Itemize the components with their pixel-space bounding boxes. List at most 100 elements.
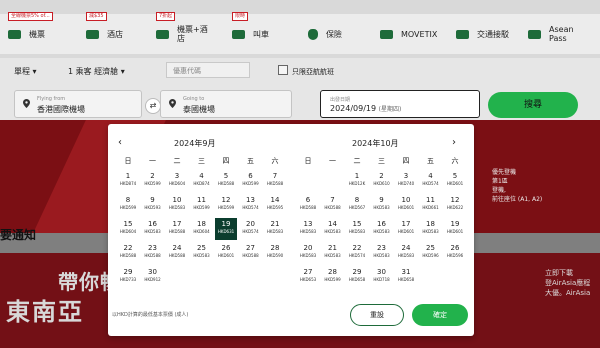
calendar-day[interactable]: 7 HKD588 [322, 194, 344, 216]
tab-asean-pass[interactable]: Asean Pass [528, 14, 574, 54]
day-number: 10 [401, 196, 411, 204]
calendar-day[interactable]: 17 HKD601 [395, 218, 417, 240]
calendar-day[interactable]: 15 HKD604 [117, 218, 139, 240]
search-button[interactable]: 搜尋 [488, 92, 578, 118]
calendar-day[interactable]: 3 HKD604 [166, 170, 188, 192]
tab-ride[interactable]: 限時 叫車 [232, 12, 269, 54]
calendar-day[interactable]: 11 HKD599 [191, 194, 213, 216]
day-number: 30 [148, 268, 157, 276]
tab-movetix[interactable]: MOVETIX [380, 14, 437, 54]
calendar-day[interactable]: 21 HKD583 [322, 242, 344, 264]
calendar-day[interactable]: 14 HKD595 [264, 194, 286, 216]
calendar-day[interactable]: 23 HKD588 [142, 242, 164, 264]
calendar-day[interactable]: 9 HKD583 [371, 194, 393, 216]
calendar-day[interactable]: 26 HKD601 [215, 242, 237, 264]
day-fare: HKD718 [373, 277, 390, 282]
next-month-icon[interactable]: › [452, 137, 456, 148]
calendar-day[interactable]: 2 HKD610 [371, 170, 393, 192]
calendar-day[interactable]: 4 HKD574 [420, 170, 442, 192]
calendar-day[interactable]: 8 HKD599 [117, 194, 139, 216]
calendar-day[interactable]: 6 HKD599 [240, 170, 262, 192]
day-fare: HKD574 [348, 253, 366, 258]
calendar-day[interactable]: 29 HKD658 [346, 266, 368, 288]
calendar-day[interactable]: 23 HKD583 [371, 242, 393, 264]
calendar-day[interactable]: 28 HKD599 [322, 266, 344, 288]
tab-badge: 7折起 [156, 12, 176, 21]
tab-hotels[interactable]: 減$35 酒店 [86, 12, 123, 54]
important-notice-heading: 要通知 [0, 228, 37, 242]
calendar-day[interactable]: 2 HKD599 [142, 170, 164, 192]
calendar-day[interactable]: 22 HKD574 [346, 242, 368, 264]
calendar-day[interactable]: 15 HKD583 [346, 218, 368, 240]
airasia-only-checkbox[interactable] [278, 65, 288, 75]
calendar-day[interactable]: 14 HKD583 [322, 218, 344, 240]
calendar-day[interactable]: 5 HKD601 [444, 170, 466, 192]
day-number: 3 [403, 172, 409, 180]
calendar-day[interactable]: 11 HKD661 [420, 194, 442, 216]
day-number: 21 [328, 244, 337, 252]
day-fare: HKD583 [193, 253, 210, 258]
calendar-day[interactable]: 27 HKD588 [240, 242, 262, 264]
day-fare: HKD610 [373, 181, 390, 186]
confirm-button[interactable]: 確定 [412, 304, 468, 326]
calendar-day[interactable]: 25 HKD583 [191, 242, 213, 264]
passenger-select[interactable]: 1 乘客 經濟艙 ▾ [68, 66, 125, 77]
promo-code-input[interactable]: 優惠代碼 [166, 62, 250, 78]
day-number: 20 [246, 220, 255, 228]
calendar-day[interactable]: 26 HKD596 [444, 242, 466, 264]
calendar-day[interactable]: 25 HKD596 [420, 242, 442, 264]
calendar-day[interactable]: 19 HKD631 [215, 218, 237, 240]
calendar-day[interactable]: 3 HKD740 [395, 170, 417, 192]
calendar-day[interactable]: 7 HKD588 [264, 170, 286, 192]
calendar-day[interactable]: 24 HKD588 [166, 242, 188, 264]
fare-footnote: 以HKD計算的最低基本票價 (成人) [112, 312, 189, 318]
day-number: 11 [426, 196, 435, 204]
calendar-day[interactable]: 28 HKD590 [264, 242, 286, 264]
calendar-day[interactable]: 8 HKD567 [346, 194, 368, 216]
calendar-day[interactable]: 27 HKD653 [297, 266, 319, 288]
trip-type-select[interactable]: 單程 ▾ [14, 66, 37, 77]
day-fare: HKD601 [446, 181, 464, 186]
calendar-day[interactable]: 19 HKD601 [444, 218, 466, 240]
calendar-day[interactable]: 30 HKD718 [371, 266, 393, 288]
calendar-day[interactable]: 20 HKD583 [297, 242, 319, 264]
calendar-day[interactable]: 12 HKD622 [444, 194, 466, 216]
prev-month-icon[interactable]: ‹ [118, 137, 122, 148]
calendar-day[interactable]: 21 HKD583 [264, 218, 286, 240]
origin-field[interactable]: Flying from 香港國際機場 [14, 90, 142, 118]
calendar-day[interactable]: 30 HKD912 [142, 266, 164, 288]
tab-flight-hotel[interactable]: 7折起 機票+酒 店 [156, 12, 208, 54]
destination-field[interactable]: Going to 泰國機場 [160, 90, 292, 118]
calendar-day[interactable]: 18 HKD604 [191, 218, 213, 240]
calendar-day[interactable]: 29 HKD733 [117, 266, 139, 288]
calendar-day[interactable]: 18 HKD583 [420, 218, 442, 240]
calendar-day[interactable]: 1 HKD874 [117, 170, 139, 192]
calendar-day[interactable]: 20 HKD574 [240, 218, 262, 240]
calendar-day[interactable]: 16 HKD583 [142, 218, 164, 240]
calendar-day[interactable]: 1 HKD12K [346, 170, 368, 192]
calendar-day[interactable]: 13 HKD574 [240, 194, 262, 216]
calendar-day[interactable]: 4 HKD874 [191, 170, 213, 192]
tab-insurance[interactable]: 保險 [308, 14, 342, 54]
day-fare: HKD583 [299, 253, 317, 258]
calendar-day[interactable]: 22 HKD588 [117, 242, 139, 264]
calendar-day[interactable]: 17 HKD588 [166, 218, 188, 240]
day-number: 27 [303, 268, 313, 276]
calendar-day[interactable]: 31 HKD658 [395, 266, 417, 288]
calendar-day[interactable]: 5 HKD588 [215, 170, 237, 192]
calendar-day[interactable]: 13 HKD583 [297, 218, 319, 240]
departure-date-field[interactable]: 出發日期 2024/09/19 (星期四) [320, 90, 480, 118]
swap-icon[interactable]: ⇄ [145, 98, 161, 114]
calendar-day[interactable]: 24 HKD583 [395, 242, 417, 264]
day-fare: HKD599 [217, 205, 235, 210]
day-fare: HKD583 [373, 229, 390, 234]
calendar-day[interactable]: 9 HKD593 [142, 194, 164, 216]
reset-button[interactable]: 重設 [350, 304, 404, 326]
calendar-day[interactable]: 10 HKD583 [166, 194, 188, 216]
calendar-day[interactable]: 16 HKD583 [371, 218, 393, 240]
calendar-day[interactable]: 10 HKD601 [395, 194, 417, 216]
tab-flights[interactable]: 全線機票5% of... 機票 [8, 12, 53, 54]
tab-transfer[interactable]: 交通接駁 [456, 14, 509, 54]
calendar-day[interactable]: 12 HKD599 [215, 194, 237, 216]
calendar-day[interactable]: 6 HKD588 [297, 194, 319, 216]
